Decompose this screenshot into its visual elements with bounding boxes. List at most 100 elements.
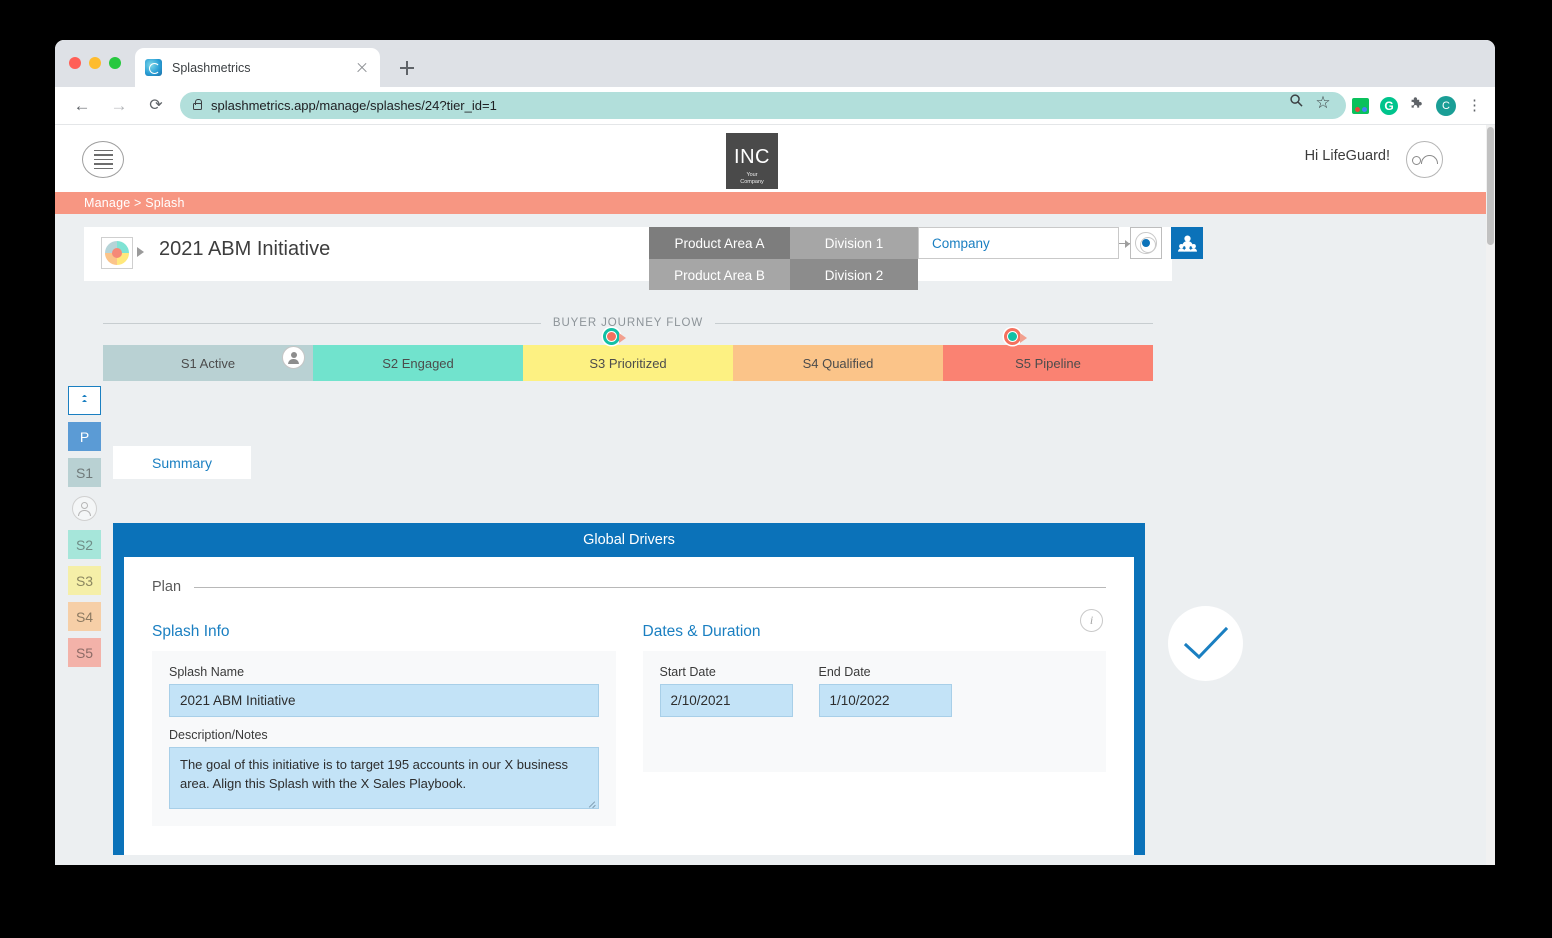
journey-divider-right bbox=[715, 322, 1153, 324]
milestone-ring-icon bbox=[603, 328, 620, 345]
collapse-chevron-button[interactable] bbox=[68, 386, 101, 415]
journey-milestone-marker-1[interactable] bbox=[603, 328, 626, 345]
scrollbar-thumb[interactable] bbox=[1487, 127, 1494, 245]
global-drivers-header: Global Drivers bbox=[113, 523, 1145, 557]
password-key-icon[interactable] bbox=[1284, 93, 1310, 119]
new-tab-icon[interactable] bbox=[393, 54, 421, 82]
logo-main-text: INC bbox=[734, 146, 770, 168]
content-tabs: Summary bbox=[113, 446, 1495, 479]
page-title: 2021 ABM Initiative bbox=[159, 238, 331, 260]
journey-persona-marker-icon[interactable] bbox=[282, 346, 305, 369]
avatar-head-icon bbox=[1411, 155, 1421, 165]
app-header: INC Your Company Hi LifeGuard! bbox=[55, 125, 1495, 192]
global-drivers-body: Plan i Splash Info Splash Name 2021 ABM … bbox=[113, 557, 1145, 855]
avatar-body-icon bbox=[1420, 155, 1438, 164]
division-column: Division 1 Division 2 bbox=[790, 227, 918, 291]
profile-avatar-icon[interactable]: C bbox=[1436, 95, 1456, 116]
company-logo: INC Your Company bbox=[726, 133, 778, 189]
puzzle-extensions-icon[interactable] bbox=[1409, 96, 1425, 116]
description-textarea[interactable]: The goal of this initiative is to target… bbox=[169, 747, 599, 809]
journey-stage-s1[interactable]: S1 Active bbox=[103, 345, 313, 381]
chevron-up-icon bbox=[76, 395, 94, 407]
splash-info-column: Splash Info Splash Name 2021 ABM Initiat… bbox=[152, 623, 616, 826]
tier-company-field[interactable]: Company bbox=[918, 227, 1119, 259]
description-text: The goal of this initiative is to target… bbox=[180, 757, 569, 791]
splash-title-card: 2021 ABM Initiative Product Area A Produ… bbox=[84, 227, 1203, 291]
journey-divider-left bbox=[103, 322, 541, 324]
target-scope-button[interactable] bbox=[1130, 227, 1162, 259]
close-window-button[interactable] bbox=[69, 57, 81, 69]
sidebar-stage-s2[interactable]: S2 bbox=[68, 530, 101, 559]
journey-header-row: BUYER JOURNEY FLOW bbox=[103, 317, 1153, 329]
textarea-resize-handle[interactable] bbox=[587, 798, 596, 807]
plan-section-header: Plan bbox=[152, 579, 1106, 595]
journey-stage-s2[interactable]: S2 Engaged bbox=[313, 345, 523, 381]
splash-name-input[interactable]: 2021 ABM Initiative bbox=[169, 684, 599, 717]
maximize-window-button[interactable] bbox=[109, 57, 121, 69]
browser-window: Splashmetrics ← → ⟳ splashmetrics.app/ma… bbox=[55, 40, 1495, 865]
tier-division-2[interactable]: Division 2 bbox=[790, 259, 918, 291]
splash-name-label: Splash Name bbox=[169, 665, 245, 679]
grammarly-extension-icon[interactable]: G bbox=[1380, 96, 1398, 115]
plan-divider bbox=[194, 586, 1106, 588]
dates-title: Dates & Duration bbox=[642, 623, 761, 640]
reload-button[interactable]: ⟳ bbox=[143, 93, 169, 119]
menu-hamburger-icon[interactable] bbox=[82, 141, 124, 178]
reload-icon: ⟳ bbox=[149, 96, 163, 114]
close-tab-icon[interactable] bbox=[354, 60, 370, 76]
journey-stage-s4[interactable]: S4 Qualified bbox=[733, 345, 943, 381]
browser-extensions: G C ⋮ bbox=[1352, 95, 1482, 116]
milestone-arrow-icon-alt bbox=[1020, 333, 1027, 343]
tab-summary[interactable]: Summary bbox=[113, 446, 251, 479]
journey-stages: S1 Active S2 Engaged S3 Prioritized S4 Q… bbox=[103, 345, 1153, 381]
dates-column: Dates & Duration Start Date 2/10/2021 En… bbox=[642, 623, 1106, 826]
sidebar-stage-s4[interactable]: S4 bbox=[68, 602, 101, 631]
tier-product-area-b[interactable]: Product Area B bbox=[649, 259, 790, 291]
minimize-window-button[interactable] bbox=[89, 57, 101, 69]
sidebar-stage-s3[interactable]: S3 bbox=[68, 566, 101, 595]
milestone-arrow-icon bbox=[619, 333, 626, 343]
stage-sidebar: P S1 S2 S3 S4 S5 bbox=[68, 386, 101, 667]
sidebar-stage-s1[interactable]: S1 bbox=[68, 458, 101, 487]
browser-menu-icon[interactable]: ⋮ bbox=[1467, 98, 1482, 113]
splash-pie-icon[interactable] bbox=[101, 237, 133, 269]
journey-milestone-marker-2[interactable] bbox=[1004, 328, 1027, 345]
user-avatar[interactable] bbox=[1406, 141, 1443, 178]
plan-label: Plan bbox=[152, 579, 182, 595]
page-scrollbar[interactable] bbox=[1486, 125, 1495, 865]
sidebar-stage-s5[interactable]: S5 bbox=[68, 638, 101, 667]
journey-stage-s3[interactable]: S3 Prioritized bbox=[523, 345, 733, 381]
start-date-group: Start Date 2/10/2021 bbox=[659, 665, 793, 717]
tier-selector: Product Area A Product Area B Division 1… bbox=[649, 227, 1203, 291]
milestone-ring-icon-alt bbox=[1004, 328, 1021, 345]
browser-tab-strip: Splashmetrics bbox=[55, 40, 1495, 87]
omnibox-actions bbox=[1284, 93, 1336, 119]
sidebar-stage-p[interactable]: P bbox=[68, 422, 101, 451]
back-button[interactable]: ← bbox=[69, 93, 95, 119]
url-text: splashmetrics.app/manage/splashes/24?tie… bbox=[211, 98, 497, 113]
global-drivers-panel: Global Drivers Plan i Splash Info Splash… bbox=[113, 523, 1145, 855]
window-traffic-lights bbox=[69, 57, 121, 69]
color-extension-icon[interactable] bbox=[1352, 97, 1369, 114]
tier-product-area-a[interactable]: Product Area A bbox=[649, 227, 790, 259]
breadcrumb[interactable]: Manage > Splash bbox=[55, 192, 1495, 214]
forward-arrow-icon: → bbox=[110, 95, 128, 115]
end-date-input[interactable]: 1/10/2022 bbox=[818, 684, 952, 717]
info-icon[interactable]: i bbox=[1080, 609, 1103, 632]
start-date-label: Start Date bbox=[659, 665, 716, 679]
journey-stage-s5[interactable]: S5 Pipeline bbox=[943, 345, 1153, 381]
forward-button[interactable]: → bbox=[106, 93, 132, 119]
expand-triangle-icon bbox=[137, 247, 144, 257]
start-date-input[interactable]: 2/10/2021 bbox=[659, 684, 793, 717]
tier-division-1[interactable]: Division 1 bbox=[790, 227, 918, 259]
drivers-columns: Splash Info Splash Name 2021 ABM Initiat… bbox=[152, 623, 1106, 826]
company-column: Company bbox=[918, 227, 1119, 259]
browser-tab[interactable]: Splashmetrics bbox=[135, 48, 380, 87]
audience-button[interactable] bbox=[1171, 227, 1203, 259]
save-confirmation-badge[interactable] bbox=[1168, 606, 1243, 681]
sidebar-persona-icon[interactable] bbox=[72, 496, 97, 521]
description-label: Description/Notes bbox=[169, 728, 268, 742]
address-bar[interactable]: splashmetrics.app/manage/splashes/24?tie… bbox=[180, 92, 1346, 119]
lock-icon bbox=[193, 99, 202, 110]
bookmark-star-icon[interactable] bbox=[1310, 93, 1336, 119]
